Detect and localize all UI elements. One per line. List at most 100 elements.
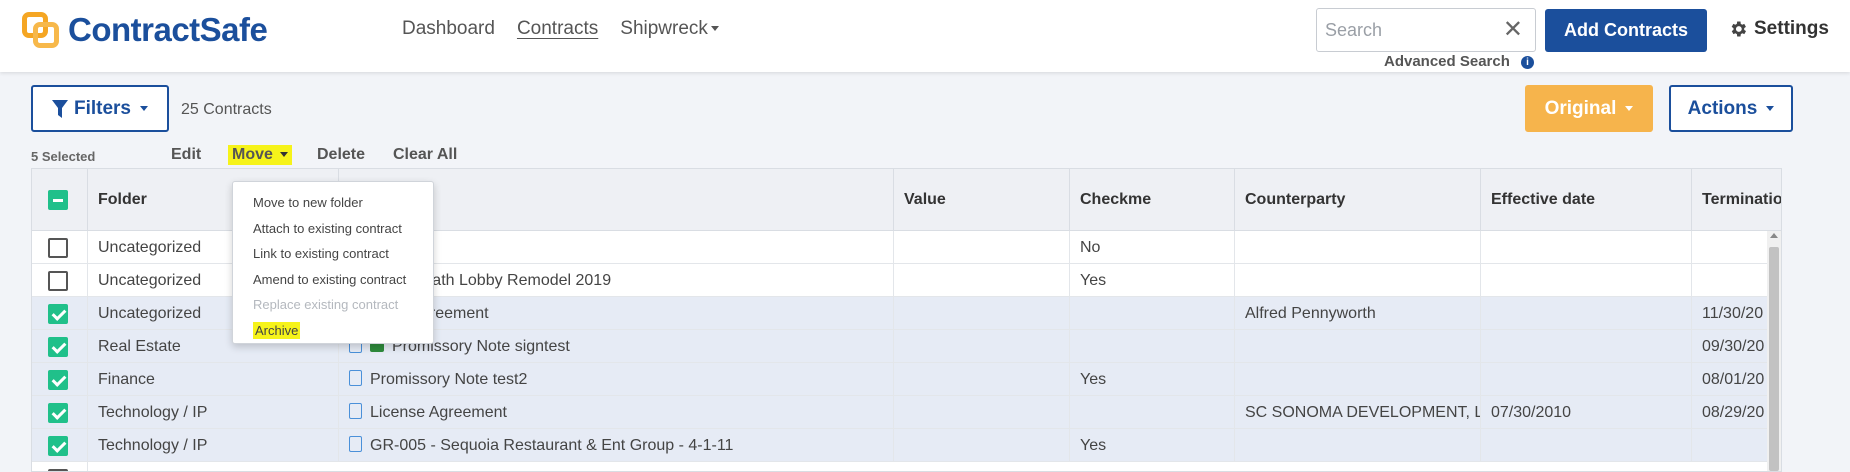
cell-checkme: No <box>1070 231 1235 264</box>
brand-name: ContractSafe <box>68 11 268 48</box>
cell-folder: Technology / IP <box>88 396 339 429</box>
cell-value <box>894 264 1070 297</box>
nav-shipwreck[interactable]: Shipwreck <box>620 18 719 40</box>
cell-folder: Finance <box>88 363 339 396</box>
cell-counterparty <box>1235 264 1481 297</box>
settings-button[interactable]: Settings <box>1728 18 1829 40</box>
search-box: ✕ <box>1316 8 1536 52</box>
row-checkbox[interactable] <box>48 304 68 324</box>
filter-icon <box>51 99 68 118</box>
cell-checkme: Yes <box>1070 363 1235 396</box>
table-row[interactable]: Technology / IP GR-005 - Sequoia Restaur… <box>32 429 1781 462</box>
cell-checkme <box>1070 297 1235 330</box>
nav-contracts[interactable]: Contracts <box>517 18 598 40</box>
settings-label: Settings <box>1754 18 1829 39</box>
menu-archive[interactable]: Archive <box>233 318 433 344</box>
cell-counterparty <box>1235 231 1481 264</box>
bulk-edit-button[interactable]: Edit <box>171 146 201 164</box>
cell-counterparty: Alfred Pennyworth <box>1235 297 1481 330</box>
menu-replace-existing: Replace existing contract <box>253 297 399 312</box>
caret-down-icon <box>1766 106 1775 111</box>
cell-value <box>894 363 1070 396</box>
row-checkbox[interactable] <box>48 271 68 291</box>
cell-value <box>894 396 1070 429</box>
menu-link-to-existing[interactable]: Link to existing contract <box>233 241 433 267</box>
cell-counterparty: SC SONOMA DEVELOPMENT, LLC <box>1235 396 1481 429</box>
caret-down-icon <box>710 26 719 32</box>
caret-down-icon <box>140 106 149 111</box>
cell-folder: Technology / IP <box>88 429 339 462</box>
column-effective-date[interactable]: Effective date <box>1481 169 1692 231</box>
filters-label: Filters <box>73 97 132 119</box>
close-icon[interactable]: ✕ <box>1503 18 1523 42</box>
cell-counterparty <box>1235 330 1481 363</box>
selected-count: 5 Selected <box>31 149 96 164</box>
nav-dashboard[interactable]: Dashboard <box>402 18 495 40</box>
nav-shipwreck-label: Shipwreck <box>620 18 708 39</box>
column-value[interactable]: Value <box>894 169 1070 231</box>
menu-attach-to-existing[interactable]: Attach to existing contract <box>233 216 433 242</box>
cell-value <box>894 297 1070 330</box>
cell-value <box>894 429 1070 462</box>
move-menu: Move to new folder Attach to existing co… <box>232 181 434 344</box>
table-row[interactable]: Technology / IP License Agreement SC SON… <box>32 396 1781 429</box>
cell-name[interactable]: License Agreement <box>339 396 894 429</box>
gear-icon <box>1731 21 1746 37</box>
cell-effective-date: 07/30/2010 <box>1481 396 1692 429</box>
cell-effective-date <box>1481 297 1692 330</box>
cell-checkme <box>1070 330 1235 363</box>
bulk-move-button[interactable]: Move <box>228 145 293 165</box>
advanced-search-link[interactable]: Advanced Search <box>1384 53 1510 70</box>
row-checkbox[interactable] <box>48 337 68 357</box>
cell-effective-date <box>1481 330 1692 363</box>
column-checkme[interactable]: Checkme <box>1070 169 1235 231</box>
vertical-scrollbar[interactable] <box>1767 231 1781 471</box>
scroll-up-icon[interactable] <box>1770 233 1778 238</box>
row-checkbox[interactable] <box>48 403 68 423</box>
info-icon[interactable]: i <box>1521 56 1534 69</box>
cell-name-text: Promissory Note test2 <box>370 371 528 388</box>
caret-down-icon <box>280 152 289 158</box>
bulk-move-label: Move <box>232 146 273 163</box>
table-row[interactable] <box>32 462 1781 471</box>
bulk-actions-bar: 5 Selected Edit Move Delete Clear All <box>31 145 511 170</box>
add-contracts-button[interactable]: Add Contracts <box>1545 9 1707 52</box>
cell-value <box>894 231 1070 264</box>
cell-effective-date <box>1481 363 1692 396</box>
cell-counterparty <box>1235 363 1481 396</box>
bulk-delete-button[interactable]: Delete <box>317 146 365 164</box>
logo[interactable]: ContractSafe <box>20 10 268 50</box>
logo-icon <box>20 10 62 50</box>
table-row[interactable]: Finance Promissory Note test2 Yes 08/01/… <box>32 363 1781 396</box>
cell-name-text: License Agreement <box>370 404 507 421</box>
bulk-clear-all-button[interactable]: Clear All <box>393 146 457 164</box>
cell-name[interactable]: GR-005 - Sequoia Restaurant & Ent Group … <box>339 429 894 462</box>
original-button[interactable]: Original <box>1525 85 1653 132</box>
search-input[interactable] <box>1317 9 1487 51</box>
menu-amend-to-existing[interactable]: Amend to existing contract <box>233 267 433 293</box>
row-checkbox[interactable] <box>48 238 68 258</box>
menu-archive-label: Archive <box>253 321 301 339</box>
cell-checkme: Yes <box>1070 429 1235 462</box>
filters-button[interactable]: Filters <box>31 85 169 132</box>
scrollbar-thumb[interactable] <box>1769 247 1779 471</box>
row-checkbox[interactable] <box>48 370 68 390</box>
document-icon <box>349 402 362 419</box>
cell-name[interactable]: Promissory Note test2 <box>339 363 894 396</box>
header-select-cell <box>32 169 88 231</box>
actions-button[interactable]: Actions <box>1669 85 1793 132</box>
column-counterparty[interactable]: Counterparty <box>1235 169 1481 231</box>
document-icon <box>349 435 362 452</box>
menu-move-to-new-folder[interactable]: Move to new folder <box>233 190 433 216</box>
select-all-checkbox[interactable] <box>48 190 68 210</box>
cell-effective-date <box>1481 264 1692 297</box>
app-header: ContractSafe Dashboard Contracts Shipwre… <box>0 0 1850 72</box>
document-icon <box>349 369 362 386</box>
contract-count: 25 Contracts <box>181 101 272 118</box>
row-checkbox[interactable] <box>48 436 68 456</box>
caret-down-icon <box>1625 106 1634 111</box>
cell-effective-date <box>1481 429 1692 462</box>
cell-value <box>894 330 1070 363</box>
original-label: Original <box>1544 97 1617 119</box>
column-termination[interactable]: Terminatio <box>1692 169 1781 231</box>
